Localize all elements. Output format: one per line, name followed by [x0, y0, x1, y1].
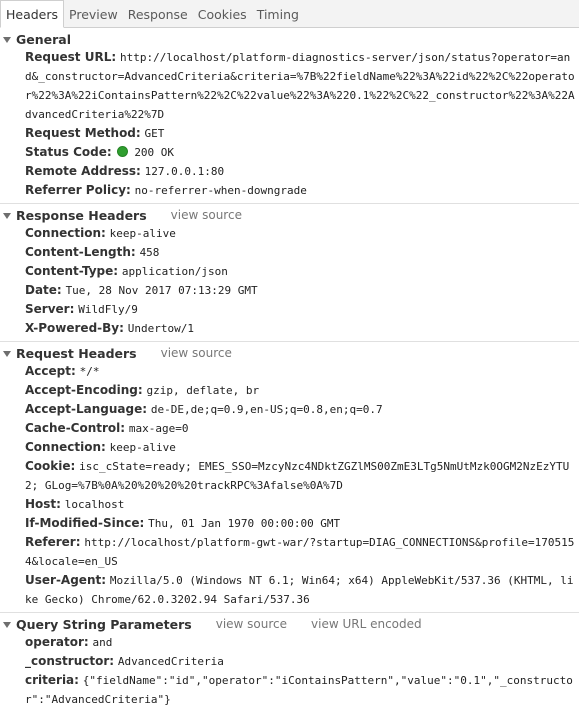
- header-key: X-Powered-By:: [25, 321, 124, 335]
- header-key: Server:: [25, 302, 75, 316]
- section-title: General: [16, 31, 71, 47]
- header-value: Thu, 01 Jan 1970 00:00:00 GMT: [148, 517, 341, 530]
- header-row: Connection: keep-alive: [25, 224, 575, 243]
- header-row: User-Agent: Mozilla/5.0 (Windows NT 6.1;…: [25, 571, 575, 609]
- collapse-triangle-icon[interactable]: [3, 36, 11, 43]
- header-row: Server: WildFly/9: [25, 300, 575, 319]
- header-key: Cache-Control:: [25, 421, 126, 435]
- header-value: 458: [139, 246, 160, 259]
- header-row: Connection: keep-alive: [25, 438, 575, 457]
- header-row-status-code: Status Code: 200 OK: [25, 143, 575, 162]
- param-value: {"fieldName":"id","operator":"iContainsP…: [25, 674, 573, 706]
- header-row: Accept-Language: de-DE,de;q=0.9,en-US;q=…: [25, 400, 575, 419]
- view-source-link[interactable]: view source: [171, 208, 242, 222]
- header-key: Content-Type:: [25, 264, 119, 278]
- header-row: Accept-Encoding: gzip, deflate, br: [25, 381, 575, 400]
- devtools-tab-bar: Headers Preview Response Cookies Timing: [0, 0, 579, 28]
- tab-cookies[interactable]: Cookies: [193, 1, 252, 27]
- request-headers-section-header[interactable]: Request Headers view source: [0, 344, 579, 362]
- header-row: Date: Tue, 28 Nov 2017 07:13:29 GMT: [25, 281, 575, 300]
- section-title: Request Headers: [16, 345, 137, 361]
- header-key: Host:: [25, 497, 61, 511]
- header-row-request-url: Request URL: http://localhost/platform-d…: [25, 48, 575, 124]
- param-key: operator:: [25, 635, 89, 649]
- header-row: Cookie: isc_cState=ready; EMES_SSO=MzcyN…: [25, 457, 575, 495]
- view-source-link[interactable]: view source: [216, 617, 287, 631]
- param-value: and: [92, 636, 113, 649]
- header-key: Referer:: [25, 535, 81, 549]
- header-row: X-Powered-By: Undertow/1: [25, 319, 575, 338]
- header-value: 200 OK: [134, 146, 175, 159]
- header-row: Host: localhost: [25, 495, 575, 514]
- response-headers-section-header[interactable]: Response Headers view source: [0, 206, 579, 224]
- tab-response[interactable]: Response: [123, 1, 193, 27]
- tab-timing[interactable]: Timing: [252, 1, 304, 27]
- header-value: http://localhost/platform-gwt-war/?start…: [25, 536, 575, 568]
- header-key: User-Agent:: [25, 573, 107, 587]
- collapse-triangle-icon[interactable]: [3, 350, 11, 357]
- param-key: _constructor:: [25, 654, 115, 668]
- collapse-triangle-icon[interactable]: [3, 621, 11, 628]
- header-row: Referer: http://localhost/platform-gwt-w…: [25, 533, 575, 571]
- header-key: Accept-Encoding:: [25, 383, 143, 397]
- view-source-link[interactable]: view source: [161, 346, 232, 360]
- header-key: If-Modified-Since:: [25, 516, 145, 530]
- header-key: Cookie:: [25, 459, 76, 473]
- header-key: Referrer Policy:: [25, 183, 131, 197]
- header-key: Request URL:: [25, 50, 117, 64]
- header-row: Cache-Control: max-age=0: [25, 419, 575, 438]
- header-row-remote-address: Remote Address: 127.0.0.1:80: [25, 162, 575, 181]
- query-params-section: Query String Parameters view source view…: [0, 613, 579, 712]
- tab-headers[interactable]: Headers: [0, 0, 65, 28]
- section-title: Response Headers: [16, 207, 147, 223]
- param-row: operator: and: [25, 633, 575, 652]
- header-row: Content-Length: 458: [25, 243, 575, 262]
- header-value: keep-alive: [109, 441, 176, 454]
- view-url-encoded-link[interactable]: view URL encoded: [311, 617, 422, 631]
- header-value: de-DE,de;q=0.9,en-US;q=0.8,en;q=0.7: [150, 403, 383, 416]
- param-row: _constructor: AdvancedCriteria: [25, 652, 575, 671]
- header-value: gzip, deflate, br: [146, 384, 260, 397]
- header-value: application/json: [121, 265, 228, 278]
- collapse-triangle-icon[interactable]: [3, 212, 11, 219]
- header-key: Remote Address:: [25, 164, 141, 178]
- param-row: criteria: {"fieldName":"id","operator":"…: [25, 671, 575, 709]
- header-key: Date:: [25, 283, 62, 297]
- header-value: 127.0.0.1:80: [144, 165, 225, 178]
- query-params-section-header[interactable]: Query String Parameters view source view…: [0, 615, 579, 633]
- header-value: Mozilla/5.0 (Windows NT 6.1; Win64; x64)…: [25, 574, 574, 606]
- header-value: isc_cState=ready; EMES_SSO=MzcyNzc4NDktZ…: [25, 460, 570, 492]
- param-key: criteria:: [25, 673, 79, 687]
- header-key: Content-Length:: [25, 245, 136, 259]
- header-key: Status Code:: [25, 145, 112, 159]
- header-row-referrer-policy: Referrer Policy: no-referrer-when-downgr…: [25, 181, 575, 200]
- header-row: Content-Type: application/json: [25, 262, 575, 281]
- header-value: GET: [144, 127, 165, 140]
- header-key: Accept:: [25, 364, 76, 378]
- header-value: WildFly/9: [78, 303, 138, 316]
- header-value: keep-alive: [109, 227, 176, 240]
- header-key: Connection:: [25, 440, 106, 454]
- header-row: If-Modified-Since: Thu, 01 Jan 1970 00:0…: [25, 514, 575, 533]
- header-value: */*: [79, 365, 100, 378]
- header-value: max-age=0: [128, 422, 189, 435]
- request-headers-section: Request Headers view source Accept: */* …: [0, 342, 579, 613]
- param-value: AdvancedCriteria: [117, 655, 224, 668]
- status-ok-dot-icon: [117, 146, 129, 157]
- general-section-header[interactable]: General: [0, 30, 579, 48]
- header-row: Accept: */*: [25, 362, 575, 381]
- header-value: no-referrer-when-downgrade: [134, 184, 307, 197]
- header-value: Undertow/1: [127, 322, 194, 335]
- general-section: General Request URL: http://localhost/pl…: [0, 28, 579, 204]
- header-key: Accept-Language:: [25, 402, 148, 416]
- section-title: Query String Parameters: [16, 616, 192, 632]
- header-row-request-method: Request Method: GET: [25, 124, 575, 143]
- header-value: Tue, 28 Nov 2017 07:13:29 GMT: [65, 284, 258, 297]
- header-key: Request Method:: [25, 126, 141, 140]
- tab-preview[interactable]: Preview: [64, 1, 123, 27]
- header-value: localhost: [64, 498, 125, 511]
- header-key: Connection:: [25, 226, 106, 240]
- response-headers-section: Response Headers view source Connection:…: [0, 204, 579, 342]
